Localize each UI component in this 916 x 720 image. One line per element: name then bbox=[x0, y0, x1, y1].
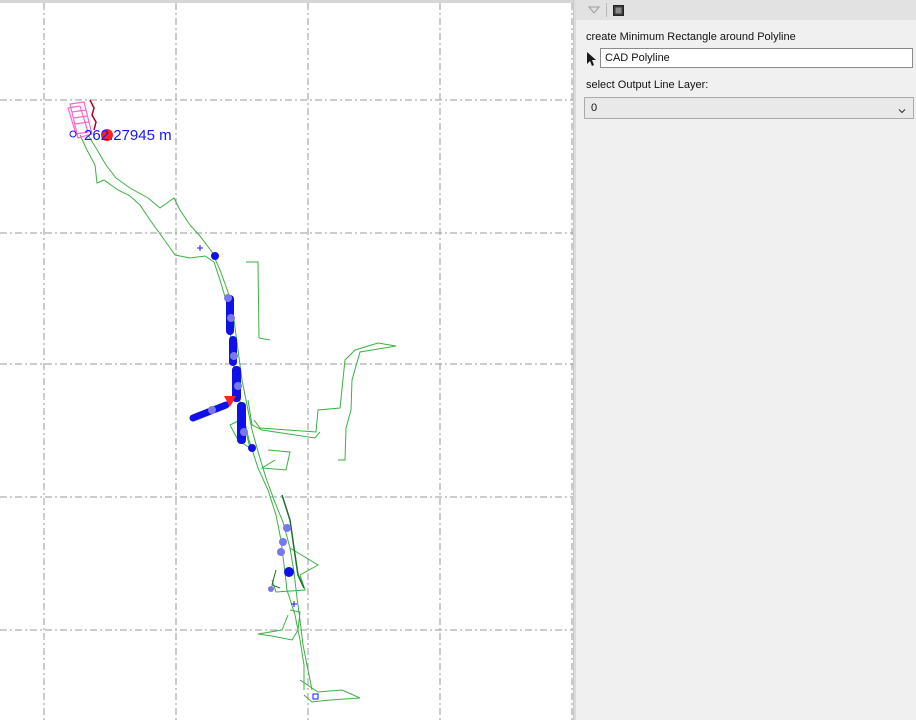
route-branch-south bbox=[260, 449, 291, 471]
selection-hatch bbox=[73, 115, 88, 119]
station-marker-light bbox=[230, 352, 238, 360]
station-marker-light bbox=[227, 314, 235, 322]
toolbar-separator bbox=[606, 3, 607, 17]
station-marker-light bbox=[268, 586, 274, 592]
polyline-selector bbox=[584, 48, 914, 70]
panel-toolbar bbox=[576, 0, 916, 20]
window-pin-icon[interactable] bbox=[610, 2, 626, 18]
chevron-down-icon bbox=[897, 103, 907, 114]
station-marker bbox=[248, 444, 256, 452]
layer-select-value: 0 bbox=[591, 102, 598, 114]
route-tail-end bbox=[299, 679, 361, 703]
station-marker-light bbox=[277, 548, 285, 556]
station-marker-light bbox=[279, 538, 287, 546]
route-branch-mid bbox=[247, 399, 321, 439]
cad-drawing[interactable]: 262.27945 m bbox=[0, 0, 573, 720]
cross-markers bbox=[197, 245, 319, 700]
station-marker-light bbox=[240, 428, 248, 436]
station-marker bbox=[229, 336, 237, 366]
cad-viewport[interactable]: 262.27945 m bbox=[0, 0, 573, 720]
station-marker bbox=[211, 252, 219, 260]
route-branch-tail bbox=[257, 609, 301, 641]
station-marker bbox=[284, 567, 294, 577]
polyline-input[interactable] bbox=[600, 48, 913, 68]
tool-panel: create Minimum Rectangle around Polyline… bbox=[576, 0, 916, 720]
station-marker-light bbox=[208, 406, 216, 414]
route-branch-north bbox=[246, 261, 271, 341]
red-polyline bbox=[89, 99, 97, 131]
station-marker bbox=[237, 402, 246, 444]
end-marker bbox=[312, 693, 319, 700]
selection-hatch bbox=[74, 121, 90, 125]
route-dark-segment-2 bbox=[271, 569, 281, 589]
collapse-icon[interactable] bbox=[586, 2, 602, 18]
route-branch-east bbox=[253, 342, 397, 461]
selection-hatch bbox=[71, 109, 87, 113]
layer-label: select Output Line Layer: bbox=[586, 79, 709, 91]
panel-title: create Minimum Rectangle around Polyline bbox=[586, 31, 796, 43]
route-main-west bbox=[79, 134, 305, 690]
cursor-arrow-icon[interactable] bbox=[584, 51, 598, 67]
measurement-label: 262.27945 m bbox=[84, 127, 172, 144]
station-marker-light bbox=[283, 524, 291, 532]
station-marker-light bbox=[224, 294, 232, 302]
station-marker-light bbox=[234, 382, 242, 390]
layer-select[interactable]: 0 bbox=[584, 97, 914, 119]
dimension-origin-marker bbox=[69, 130, 77, 138]
